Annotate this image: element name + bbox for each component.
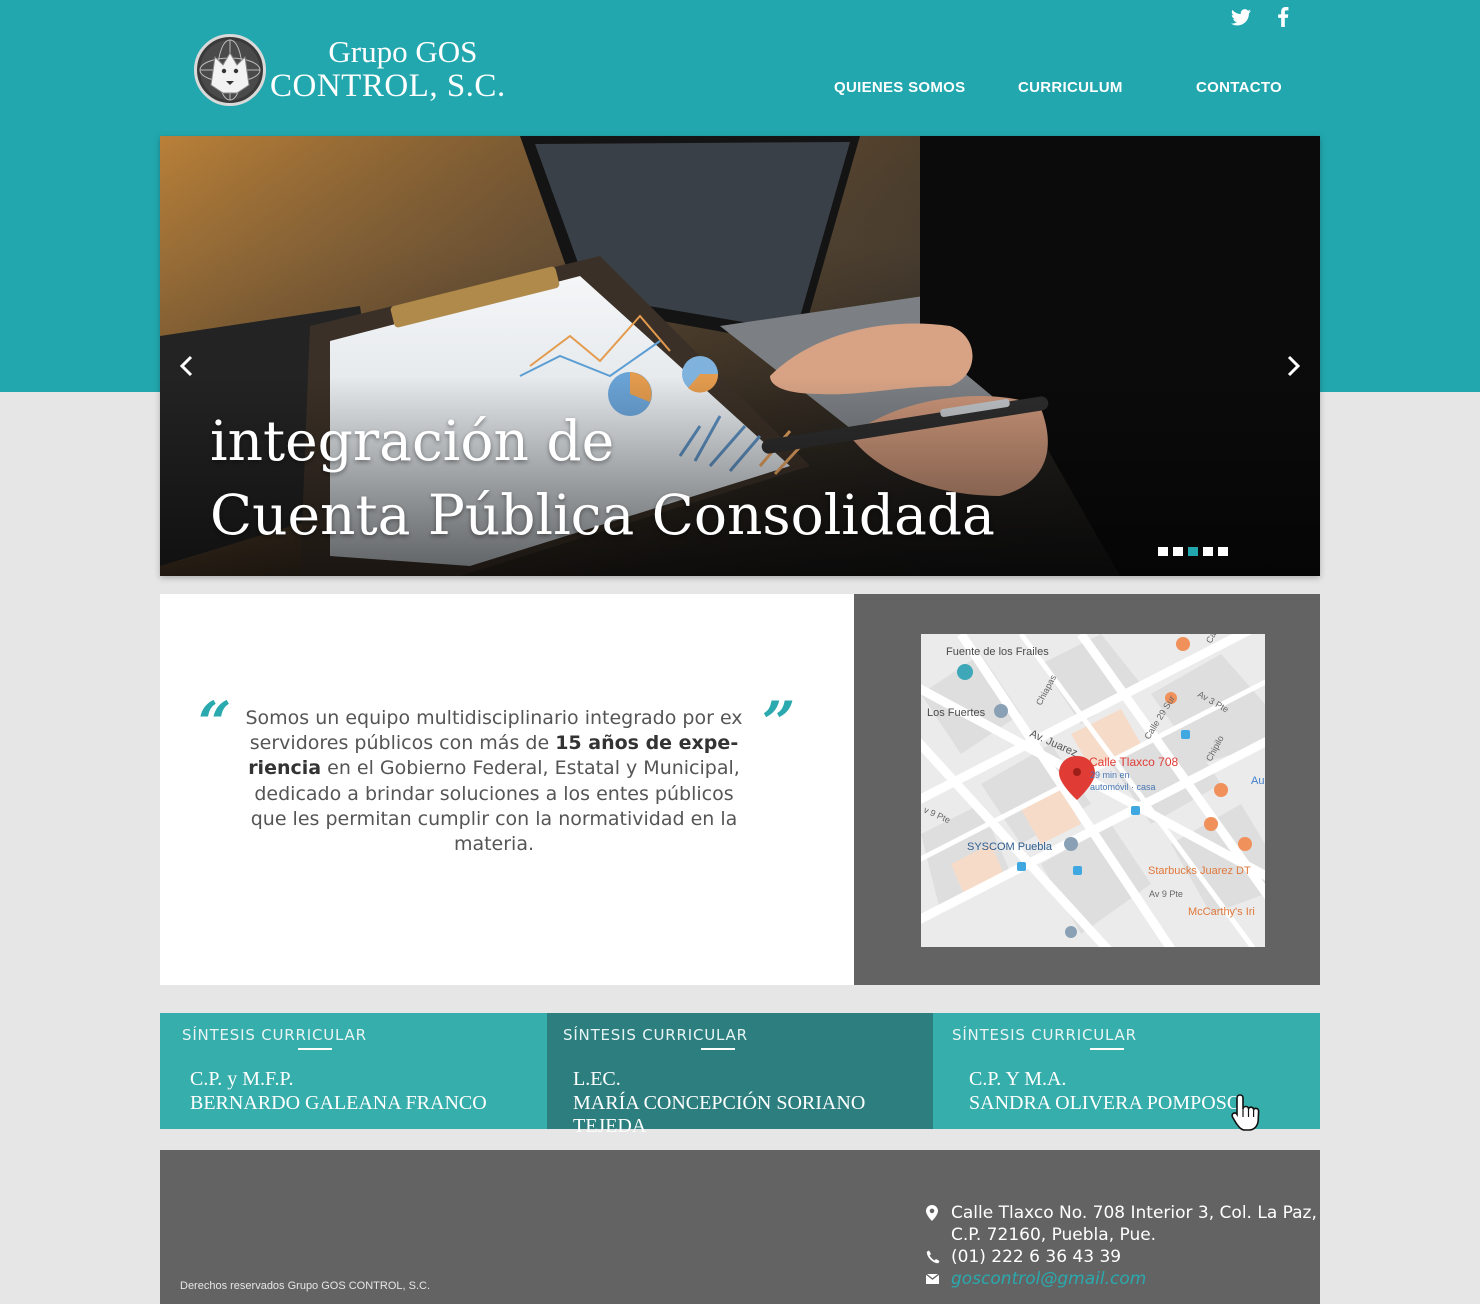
svg-text:Starbucks Juarez DT: Starbucks Juarez DT <box>1148 865 1251 877</box>
nav-curriculum[interactable]: CURRICULUM <box>1018 79 1123 96</box>
about-text: Somos un equipo multidisciplinario integ… <box>244 706 744 857</box>
address-line-2: C.P. 72160, Puebla, Pue. <box>951 1225 1157 1245</box>
card-name: SANDRA OLIVERA POMPOSO <box>969 1091 1242 1114</box>
phone-icon <box>926 1246 951 1268</box>
svg-text:Calle Tlaxco 708: Calle Tlaxco 708 <box>1089 755 1178 769</box>
card-underline <box>298 1048 332 1050</box>
svg-text:29 min en: 29 min en <box>1090 770 1130 780</box>
svg-text:automóvil · casa: automóvil · casa <box>1090 782 1156 792</box>
svg-text:Au: Au <box>1251 775 1264 787</box>
envelope-icon <box>926 1268 951 1290</box>
card-heading: SÍNTESIS CURRICULAR <box>563 1026 748 1044</box>
main-nav: QUIENES SOMOS CURRICULUM CONTACTO <box>0 79 1480 99</box>
nav-contacto[interactable]: CONTACTO <box>1196 79 1282 96</box>
hand-cursor-icon <box>1231 1094 1260 1131</box>
about-text-end: en el Gobierno Federal, Estatal y Munici… <box>250 757 740 856</box>
address-line-1: Calle Tlaxco No. 708 Interior 3, Col. La… <box>951 1203 1317 1223</box>
card-heading: SÍNTESIS CURRICULAR <box>952 1026 1137 1044</box>
slider-dot[interactable] <box>1158 547 1168 556</box>
card-title: C.P. y M.F.P. BERNARDO GALEANA FRANCO <box>190 1068 487 1115</box>
poi-icon <box>957 664 973 680</box>
slider-dot[interactable] <box>1203 547 1213 556</box>
curriculum-cards: SÍNTESIS CURRICULAR C.P. y M.F.P. BERNAR… <box>160 1013 1320 1137</box>
slider-dot[interactable] <box>1218 547 1228 556</box>
slider-dot[interactable] <box>1173 547 1183 556</box>
contact-info: Calle Tlaxco No. 708 Interior 3, Col. La… <box>926 1202 1317 1290</box>
phone-row: (01) 222 6 36 43 39 <box>926 1246 1317 1268</box>
nav-quienes-somos[interactable]: QUIENES SOMOS <box>834 79 965 96</box>
hero-caption-line-1: integración de <box>210 409 615 473</box>
social-links <box>1230 6 1294 28</box>
card-title: C.P. Y M.A. SANDRA OLIVERA POMPOSO <box>969 1068 1241 1115</box>
slider-dots <box>1158 547 1228 556</box>
hero-caption: integración de Cuenta Pública Consolidad… <box>210 404 995 552</box>
card-underline <box>1090 1048 1124 1050</box>
about-panel: “ Somos un equipo multidisciplinario int… <box>160 594 854 985</box>
card-degree: C.P. Y M.A. <box>969 1068 1067 1090</box>
map-marker-icon <box>926 1202 951 1224</box>
card-name: MARÍA CONCEPCIÓN SORIANO TEJEDA <box>573 1091 866 1138</box>
open-quote-icon: “ <box>198 689 232 757</box>
curriculum-card[interactable]: SÍNTESIS CURRICULAR C.P. y M.F.P. BERNAR… <box>160 1013 547 1129</box>
hero-caption-line-2: Cuenta Pública Consolidada <box>210 483 995 547</box>
copyright-text: Derechos reservados Grupo GOS CONTROL, S… <box>180 1280 431 1292</box>
card-heading: SÍNTESIS CURRICULAR <box>182 1026 367 1044</box>
slider-dot-active[interactable] <box>1188 547 1198 556</box>
logo-line-1: Grupo GOS <box>328 34 478 70</box>
card-name: BERNARDO GALEANA FRANCO <box>190 1091 487 1114</box>
hero-slider: integración de Cuenta Pública Consolidad… <box>160 136 1320 576</box>
address-row: Calle Tlaxco No. 708 Interior 3, Col. La… <box>926 1202 1317 1246</box>
footer: Derechos reservados Grupo GOS CONTROL, S… <box>160 1150 1320 1304</box>
phone-number[interactable]: (01) 222 6 36 43 39 <box>951 1246 1121 1268</box>
facebook-icon[interactable] <box>1272 6 1294 28</box>
svg-text:McCarthy's Iri: McCarthy's Iri <box>1188 906 1255 918</box>
email-row: goscontrol@gmail.com <box>926 1268 1317 1290</box>
close-quote-icon: ” <box>762 689 796 757</box>
email-link[interactable]: goscontrol@gmail.com <box>951 1268 1146 1290</box>
curriculum-card[interactable]: SÍNTESIS CURRICULAR L.EC. MARÍA CONCEPCI… <box>547 1013 933 1137</box>
map-panel: Fuente de los Frailes Los Fuertes Av. Ju… <box>854 594 1320 985</box>
card-degree: L.EC. <box>573 1068 621 1090</box>
slider-next-arrow-icon[interactable] <box>1278 351 1308 381</box>
svg-text:SYSCOM Puebla: SYSCOM Puebla <box>967 841 1053 853</box>
location-map[interactable]: Fuente de los Frailes Los Fuertes Av. Ju… <box>921 634 1265 947</box>
slider-prev-arrow-icon[interactable] <box>172 351 202 381</box>
svg-text:Av 9 Pte: Av 9 Pte <box>1149 889 1183 899</box>
svg-text:Los Fuertes: Los Fuertes <box>927 707 986 719</box>
svg-text:Fuente de los Frailes: Fuente de los Frailes <box>946 646 1049 658</box>
twitter-icon[interactable] <box>1230 6 1252 28</box>
card-underline <box>701 1048 735 1050</box>
card-degree: C.P. y M.F.P. <box>190 1068 294 1090</box>
card-title: L.EC. MARÍA CONCEPCIÓN SORIANO TEJEDA <box>573 1068 933 1139</box>
